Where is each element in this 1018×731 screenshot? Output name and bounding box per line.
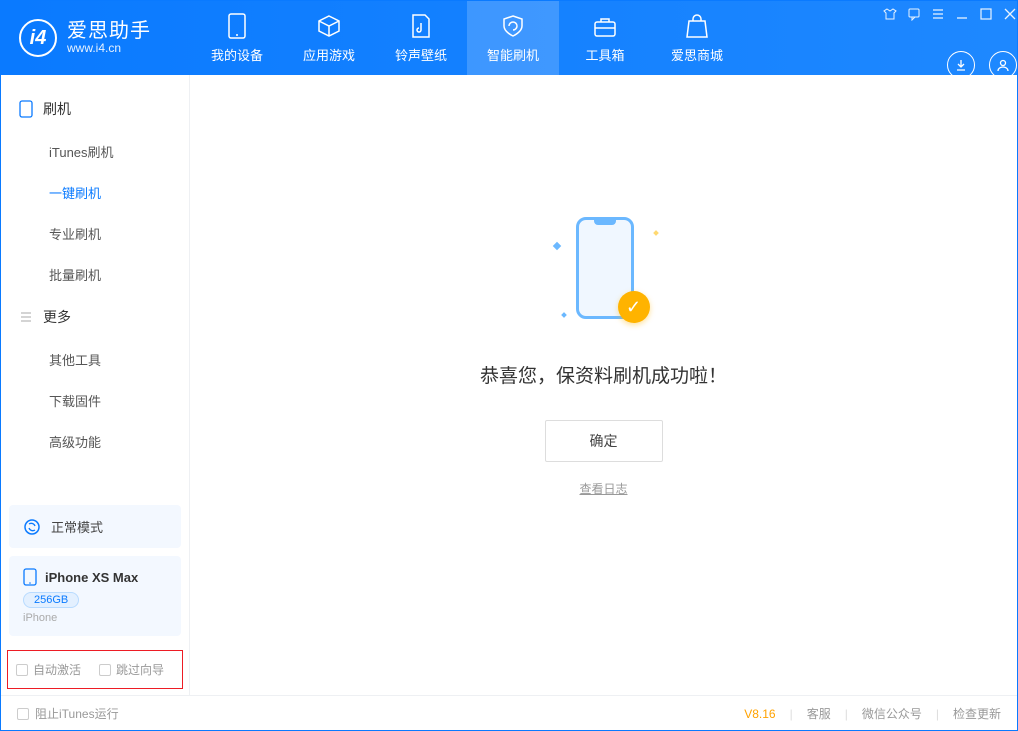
device-type: iPhone [23, 612, 167, 624]
version-label: V8.16 [744, 707, 775, 721]
nav-toolbox[interactable]: 工具箱 [559, 1, 651, 75]
maximize-button[interactable] [979, 7, 993, 21]
sidebar-group-flash: 刷机 [1, 87, 189, 131]
checkbox-label: 阻止iTunes运行 [35, 705, 119, 722]
checkbox-auto-activate[interactable]: 自动激活 [16, 661, 81, 678]
device-panel[interactable]: iPhone XS Max 256GB iPhone [9, 556, 181, 636]
device-icon [224, 13, 250, 39]
nav-label: 铃声壁纸 [395, 45, 447, 64]
sidebar-group-label: 更多 [43, 307, 71, 327]
sidebar-item-oneclick-flash[interactable]: 一键刷机 [1, 172, 189, 213]
nav-apps-games[interactable]: 应用游戏 [283, 1, 375, 75]
device-capacity: 256GB [23, 592, 79, 608]
sidebar: 刷机 iTunes刷机 一键刷机 专业刷机 批量刷机 更多 其他工具 下载固件 … [1, 75, 190, 695]
sidebar-item-download-firmware[interactable]: 下载固件 [1, 380, 189, 421]
nav-label: 工具箱 [585, 45, 624, 64]
toolbox-icon [592, 13, 618, 39]
footer-link-wechat[interactable]: 微信公众号 [862, 705, 922, 722]
shirt-icon[interactable] [883, 7, 897, 21]
feedback-icon[interactable] [907, 7, 921, 21]
checkmark-badge-icon: ✓ [618, 291, 650, 323]
music-file-icon [408, 13, 434, 39]
footer-link-check-update[interactable]: 检查更新 [953, 705, 1001, 722]
menu-icon[interactable] [931, 7, 945, 21]
nav-label: 应用游戏 [303, 45, 355, 64]
success-message: 恭喜您，保资料刷机成功啦！ [480, 361, 727, 388]
header: i4 爱思助手 www.i4.cn 我的设备 应用游戏 铃声壁纸 智能刷机 工具… [1, 1, 1017, 75]
nav-store[interactable]: 爱思商城 [651, 1, 743, 75]
mode-indicator[interactable]: 正常模式 [9, 505, 181, 548]
window-controls [883, 7, 1017, 21]
sidebar-item-advanced[interactable]: 高级功能 [1, 421, 189, 462]
app-title: 爱思助手 [67, 20, 151, 42]
list-icon [19, 310, 33, 324]
nav-label: 智能刷机 [487, 45, 539, 64]
footer: 阻止iTunes运行 V8.16 | 客服 | 微信公众号 | 检查更新 [1, 695, 1017, 731]
sidebar-group-label: 刷机 [43, 99, 71, 119]
minimize-button[interactable] [955, 7, 969, 21]
shield-refresh-icon [500, 13, 526, 39]
sidebar-item-batch-flash[interactable]: 批量刷机 [1, 254, 189, 295]
checkbox-label: 自动激活 [33, 661, 81, 678]
bag-icon [684, 13, 710, 39]
nav-label: 爱思商城 [671, 45, 723, 64]
view-log-link[interactable]: 查看日志 [579, 480, 627, 497]
nav-my-device[interactable]: 我的设备 [191, 1, 283, 75]
logo-icon: i4 [19, 19, 57, 57]
sidebar-item-itunes-flash[interactable]: iTunes刷机 [1, 131, 189, 172]
app-subtitle: www.i4.cn [67, 42, 151, 55]
nav-smart-flash[interactable]: 智能刷机 [467, 1, 559, 75]
main-content: ✓ 恭喜您，保资料刷机成功啦！ 确定 查看日志 [190, 75, 1017, 695]
logo-area: i4 爱思助手 www.i4.cn [1, 19, 191, 57]
phone-icon [23, 568, 37, 586]
footer-link-support[interactable]: 客服 [807, 705, 831, 722]
sidebar-item-other-tools[interactable]: 其他工具 [1, 339, 189, 380]
checkbox-block-itunes[interactable]: 阻止iTunes运行 [17, 705, 119, 722]
sidebar-item-pro-flash[interactable]: 专业刷机 [1, 213, 189, 254]
highlighted-options: 自动激活 跳过向导 [7, 650, 183, 689]
checkbox-skip-guide[interactable]: 跳过向导 [99, 661, 164, 678]
success-illustration: ✓ [544, 213, 664, 333]
mode-label: 正常模式 [51, 517, 103, 536]
device-name: iPhone XS Max [45, 570, 138, 585]
phone-icon [19, 100, 33, 118]
close-button[interactable] [1003, 7, 1017, 21]
checkbox-label: 跳过向导 [116, 661, 164, 678]
ok-button[interactable]: 确定 [545, 420, 663, 462]
sidebar-group-more: 更多 [1, 295, 189, 339]
refresh-icon [23, 518, 41, 536]
cube-icon [316, 13, 342, 39]
nav: 我的设备 应用游戏 铃声壁纸 智能刷机 工具箱 爱思商城 [191, 1, 743, 75]
nav-label: 我的设备 [211, 45, 263, 64]
nav-ringtone-wallpaper[interactable]: 铃声壁纸 [375, 1, 467, 75]
